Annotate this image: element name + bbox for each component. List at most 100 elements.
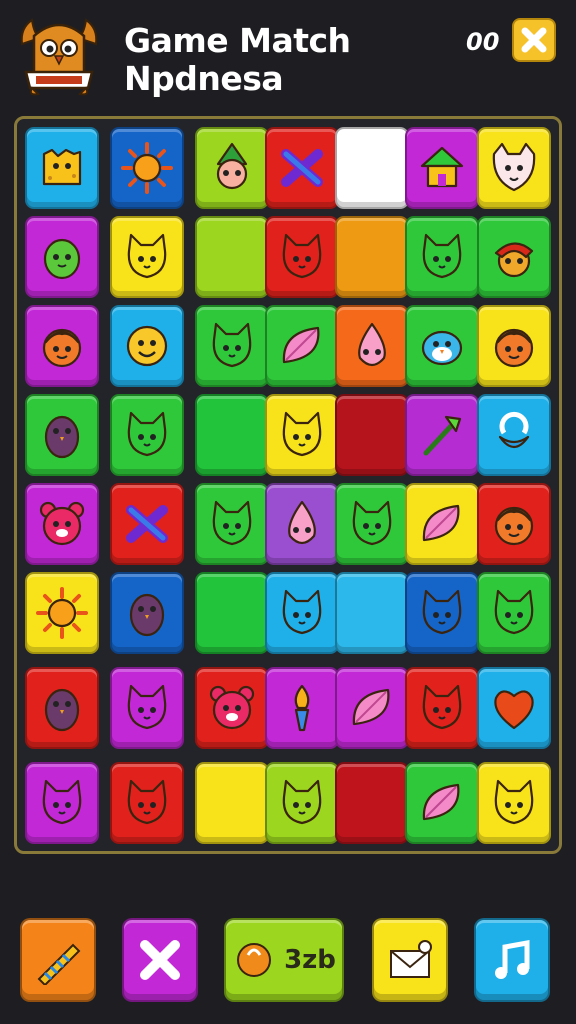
tile-r5-c5[interactable]	[335, 483, 409, 565]
tile-r7-c5[interactable]	[335, 667, 409, 749]
leaf-icon	[422, 783, 460, 821]
fox-icon	[492, 142, 536, 192]
tile-r8-c6[interactable]	[405, 762, 479, 844]
house-icon	[420, 146, 464, 188]
cat-icon	[282, 589, 322, 635]
game-board	[14, 116, 562, 854]
face-icon	[42, 328, 82, 368]
tile-r5-c3[interactable]	[195, 483, 269, 565]
tile-r1-c7[interactable]	[477, 127, 551, 209]
tile-r3-c7[interactable]	[477, 305, 551, 387]
tile-r1-c3[interactable]	[195, 127, 269, 209]
tile-r5-c6[interactable]	[405, 483, 479, 565]
face-icon	[494, 506, 534, 546]
tile-r2-c4[interactable]	[265, 216, 339, 298]
tile-r3-c2[interactable]	[110, 305, 184, 387]
leaf-icon	[422, 504, 460, 542]
tile-r7-c6[interactable]	[405, 667, 479, 749]
shuffle-cross-button[interactable]	[122, 918, 198, 1002]
tile-r1-c6[interactable]	[405, 127, 479, 209]
tile-r7-c1[interactable]	[25, 667, 99, 749]
bird-icon	[421, 330, 463, 366]
cat-icon	[494, 779, 534, 825]
tile-r4-c4[interactable]	[265, 394, 339, 476]
tile-r1-c5[interactable]	[335, 127, 409, 209]
score-counter: 00	[466, 28, 500, 56]
cat-icon	[212, 500, 252, 546]
tile-r6-c5[interactable]	[335, 572, 409, 654]
owl-icon	[129, 593, 165, 637]
tile-r6-c3[interactable]	[195, 572, 269, 654]
tile-r8-c2[interactable]	[110, 762, 184, 844]
sun-icon	[121, 142, 173, 194]
tile-r7-c3[interactable]	[195, 667, 269, 749]
tile-r1-c2[interactable]	[110, 127, 184, 209]
bear-icon	[39, 501, 85, 546]
cross-ribbon-icon	[126, 505, 168, 543]
tile-r3-c6[interactable]	[405, 305, 479, 387]
tile-r5-c7[interactable]	[477, 483, 551, 565]
tile-r1-c4[interactable]	[265, 127, 339, 209]
tile-r6-c1[interactable]	[25, 572, 99, 654]
tile-r2-c7[interactable]	[477, 216, 551, 298]
music-button[interactable]	[474, 918, 550, 1002]
cat-icon	[422, 589, 462, 635]
owl-mascot-logo	[18, 14, 100, 98]
cat-icon	[127, 233, 167, 279]
owl-icon	[44, 415, 80, 459]
tile-r5-c1[interactable]	[25, 483, 99, 565]
tile-r6-c2[interactable]	[110, 572, 184, 654]
tile-r1-c1[interactable]	[25, 127, 99, 209]
tile-r5-c4[interactable]	[265, 483, 339, 565]
cat-icon	[282, 779, 322, 825]
tile-r3-c3[interactable]	[195, 305, 269, 387]
tile-r4-c6[interactable]	[405, 394, 479, 476]
sun-icon	[36, 587, 88, 639]
tile-r8-c1[interactable]	[25, 762, 99, 844]
tile-r6-c7[interactable]	[477, 572, 551, 654]
tile-r2-c3[interactable]	[195, 216, 269, 298]
cat-icon	[212, 322, 252, 368]
music-note-icon	[495, 940, 530, 979]
rainbow-drill-button[interactable]	[20, 918, 96, 1002]
header: Game Match Npdnesa 00	[0, 0, 576, 110]
coin-icon	[237, 943, 272, 977]
tile-r6-c6[interactable]	[405, 572, 479, 654]
coins-button[interactable]: 3zb	[224, 918, 344, 1002]
cat-icon	[494, 589, 534, 635]
tile-r8-c7[interactable]	[477, 762, 551, 844]
tile-r2-c5[interactable]	[335, 216, 409, 298]
envelope-icon	[390, 940, 432, 978]
tile-r2-c6[interactable]	[405, 216, 479, 298]
tile-r7-c2[interactable]	[110, 667, 184, 749]
wand-icon	[423, 415, 462, 456]
tile-r4-c7[interactable]	[477, 394, 551, 476]
tile-r3-c1[interactable]	[25, 305, 99, 387]
tile-r4-c3[interactable]	[195, 394, 269, 476]
tile-r7-c4[interactable]	[265, 667, 339, 749]
tile-r8-c3[interactable]	[195, 762, 269, 844]
tile-r4-c2[interactable]	[110, 394, 184, 476]
close-button[interactable]	[512, 18, 556, 62]
tile-r4-c5[interactable]	[335, 394, 409, 476]
tile-r8-c4[interactable]	[265, 762, 339, 844]
title-line-2: Npdnesa	[124, 59, 284, 98]
tile-r2-c2[interactable]	[110, 216, 184, 298]
bear-icon	[209, 685, 255, 730]
owl-icon	[44, 688, 80, 732]
title-line-1: Game Match	[124, 21, 351, 60]
heart-icon	[494, 690, 534, 730]
tile-r3-c4[interactable]	[265, 305, 339, 387]
tile-r3-c5[interactable]	[335, 305, 409, 387]
tile-r8-c5[interactable]	[335, 762, 409, 844]
cat-icon	[422, 233, 462, 279]
tile-r2-c1[interactable]	[25, 216, 99, 298]
hint-button[interactable]	[372, 918, 448, 1002]
tile-r4-c1[interactable]	[25, 394, 99, 476]
close-icon	[521, 27, 547, 53]
game-title: Game Match Npdnesa	[124, 22, 351, 98]
cat-icon	[127, 684, 167, 730]
tile-r5-c2[interactable]	[110, 483, 184, 565]
tile-r6-c4[interactable]	[265, 572, 339, 654]
tile-r7-c7[interactable]	[477, 667, 551, 749]
